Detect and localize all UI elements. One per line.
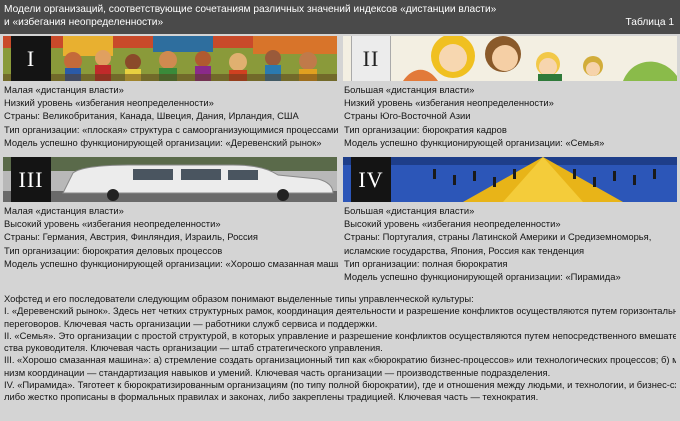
quadrant-3-image: III xyxy=(3,157,337,202)
quadrant-4-image: IV xyxy=(343,157,677,202)
summary-line: либо жестко прописаны в формальных прави… xyxy=(4,391,539,403)
table-title-line-2: и «избегания неопределенности» xyxy=(4,17,164,28)
quadrant-2-image: II xyxy=(343,36,677,81)
quadrant-3-numeral: III xyxy=(11,157,51,202)
village-market-illustration xyxy=(3,36,337,81)
summary-line: I. «Деревенский рынок». Здесь нет четких… xyxy=(4,305,676,317)
quadrant-2-info: Большая «дистанция власти» Низкий уровен… xyxy=(344,83,678,149)
quadrant-1-image: I xyxy=(3,36,337,81)
quadrant-2-org-type: Тип организации: бюрократия кадров xyxy=(344,123,507,135)
family-illustration xyxy=(343,36,677,81)
quadrant-2-numeral: II xyxy=(351,36,391,81)
car-illustration xyxy=(3,157,337,202)
quadrant-3-countries: Страны: Германия, Австрия, Финляндия, Из… xyxy=(4,231,258,243)
quadrant-1-uncertainty: Низкий уровень «избегания неопределеннос… xyxy=(4,97,214,109)
quadrant-4-org-type: Тип организации: полная бюрократия xyxy=(344,257,508,269)
quadrant-1-model: Модель успешно функционирующей организац… xyxy=(4,136,322,148)
quadrant-2-power-distance: Большая «дистанция власти» xyxy=(344,84,475,95)
quadrant-2-model: Модель успешно функционирующей организац… xyxy=(344,136,605,148)
summary-line: ства руководителя. Ключевая часть органи… xyxy=(4,342,383,354)
quadrant-1-org-type: Тип организации: «плоская» структура с с… xyxy=(4,123,338,135)
quadrant-1-power-distance: Малая «дистанция власти» xyxy=(4,84,124,95)
summary-line: II. «Семья». Это организации с простой с… xyxy=(4,329,676,341)
quadrant-4-countries-cont: исламские государства, Япония, Россия ка… xyxy=(344,244,585,256)
summary-line: переговоров. Ключевая часть организации … xyxy=(4,317,378,329)
table-title: Модели организаций, соответствующие соче… xyxy=(4,3,564,29)
table-title-line-1: Модели организаций, соответствующие соче… xyxy=(4,4,497,15)
quadrant-1-info: Малая «дистанция власти» Низкий уровень … xyxy=(4,83,338,149)
table-number: Таблица 1 xyxy=(625,17,674,28)
quadrant-1-numeral: I xyxy=(11,36,51,81)
quadrant-4-countries: Страны: Португалия, страны Латинской Аме… xyxy=(344,231,652,243)
quadrant-1-countries: Страны: Великобритания, Канада, Швеция, … xyxy=(4,110,299,122)
quadrant-4-info: Большая «дистанция власти» Высокий урове… xyxy=(344,204,678,283)
quadrant-4-numeral: IV xyxy=(351,157,391,202)
quadrant-4-power-distance: Большая «дистанция власти» xyxy=(344,205,475,216)
quadrant-3-power-distance: Малая «дистанция власти» xyxy=(4,205,124,216)
quadrant-2-countries: Страны Юго-Восточной Азии xyxy=(344,110,471,122)
quadrant-3-info: Малая «дистанция власти» Высокий уровень… xyxy=(4,204,338,270)
pyramid-illustration xyxy=(343,157,677,202)
quadrant-4-uncertainty: Высокий уровень «избегания неопределенно… xyxy=(344,218,561,230)
quadrant-2-uncertainty: Низкий уровень «избегания неопределеннос… xyxy=(344,97,554,109)
summary-line: IV. «Пирамида». Тяготеет к бюрократизиро… xyxy=(4,379,676,391)
quadrant-3-model: Модель успешно функционирующей организац… xyxy=(4,257,338,269)
summary-text: Хофстед и его последователи следующим об… xyxy=(4,293,676,404)
quadrant-3-uncertainty: Высокий уровень «избегания неопределенно… xyxy=(4,218,221,230)
summary-line: низм координации — стандартизация навыко… xyxy=(4,366,551,378)
quadrant-3-org-type: Тип организации: бюрократия деловых проц… xyxy=(4,244,223,256)
summary-line: III. «Хорошо смазанная машина»: а) стрем… xyxy=(4,354,676,366)
table-header: Модели организаций, соответствующие соче… xyxy=(0,0,680,34)
summary-line: Хофстед и его последователи следующим об… xyxy=(4,293,474,304)
quadrant-4-model: Модель успешно функционирующей организац… xyxy=(344,271,621,283)
